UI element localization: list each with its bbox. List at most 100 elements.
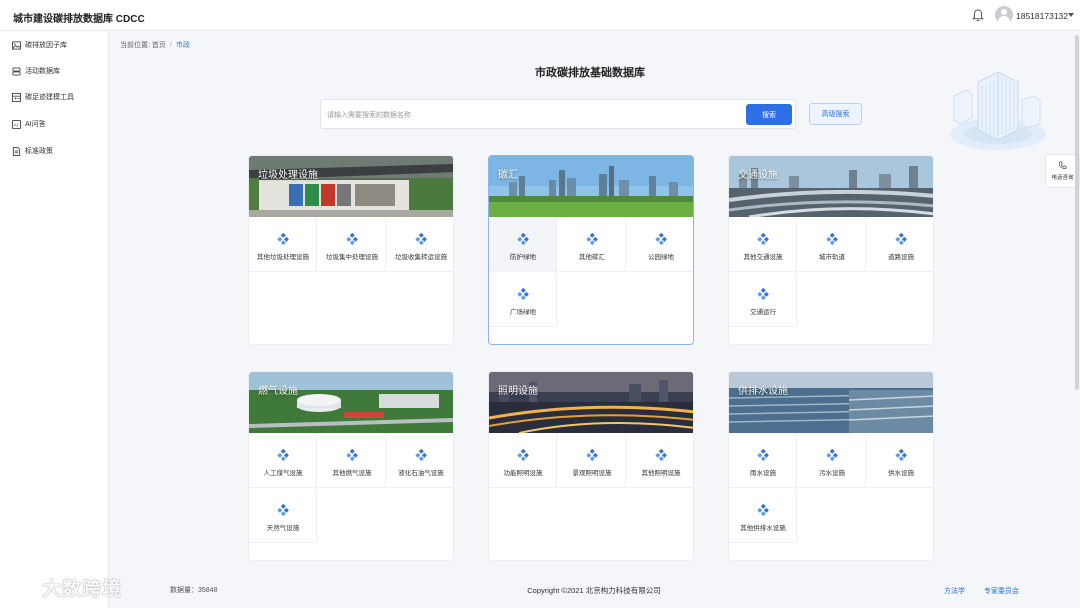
category-card-transport: 交通设施 其他交通设施 城市轨道 道路设施 交通运行	[728, 155, 934, 345]
card-banner[interactable]: 垃圾处理设施	[249, 156, 453, 217]
data-node-icon	[415, 233, 427, 245]
sidebar-item-carbon-footprint-tool[interactable]: 碳足迹建模工具	[0, 86, 109, 108]
avatar[interactable]	[995, 6, 1013, 24]
subcategory-item[interactable]: 交通运行	[729, 273, 797, 327]
phone-icon	[1059, 161, 1067, 169]
data-node-icon	[415, 449, 427, 461]
user-phone[interactable]: 18518173132	[1016, 11, 1068, 21]
subcategory-item[interactable]: 景观照明设施	[558, 434, 626, 488]
chevron-down-icon[interactable]	[1068, 13, 1074, 17]
subcategory-item[interactable]: 污水设施	[798, 434, 866, 488]
search-button[interactable]: 搜索	[746, 104, 792, 125]
data-node-icon	[586, 233, 598, 245]
subcategory-item[interactable]: 天然气设施	[249, 489, 317, 543]
document-icon	[12, 146, 21, 156]
sidebar: 碳排放因子库 活动数据库 碳足迹建模工具 AI AI问答 标准政策	[0, 31, 109, 608]
breadcrumb-home[interactable]: 首页	[152, 42, 166, 49]
card-title: 照明设施	[498, 386, 538, 397]
subcategory-label: 其他燃气设施	[332, 470, 372, 477]
subcategory-item[interactable]: 垃圾集中处理设施	[318, 218, 386, 272]
search-box: 搜索	[320, 99, 796, 129]
sidebar-item-label: 碳排放因子库	[25, 42, 67, 49]
card-title: 碳汇	[498, 170, 518, 181]
svg-text:AI: AI	[14, 122, 18, 127]
subcategory-label: 垃圾集中处理设施	[326, 254, 378, 261]
sidebar-item-ai-qa[interactable]: AI AI问答	[0, 113, 109, 135]
data-node-icon	[757, 233, 769, 245]
card-banner[interactable]: 供排水设施	[729, 372, 933, 433]
breadcrumb-separator: /	[169, 42, 172, 49]
data-node-icon	[757, 288, 769, 300]
card-banner[interactable]: 碳汇	[489, 156, 693, 217]
link-expert-committee[interactable]: 专家委员会	[984, 586, 1019, 596]
sidebar-item-emission-factors[interactable]: 碳排放因子库	[0, 34, 109, 56]
data-node-icon	[277, 233, 289, 245]
subcategory-item[interactable]: 其他燃气设施	[318, 434, 386, 488]
category-card-carbon-sink: 碳汇 防护绿地 其他碳汇 公园绿地 广场绿地	[488, 155, 694, 345]
subcategory-label: 城市轨道	[819, 254, 845, 261]
copyright: Copyright ©2021 北京构力科技有限公司	[527, 586, 661, 595]
subcategory-item[interactable]: 其他垃圾处理设施	[249, 218, 317, 272]
sidebar-item-label: AI问答	[25, 121, 46, 128]
subcategory-item[interactable]: 雨水设施	[729, 434, 797, 488]
subcategory-label: 人工煤气设施	[263, 470, 303, 477]
card-banner[interactable]: 照明设施	[489, 372, 693, 433]
card-banner[interactable]: 交通设施	[729, 156, 933, 217]
subcategory-label: 天然气设施	[266, 525, 300, 532]
subcategory-item[interactable]: 公园绿地	[627, 218, 693, 272]
subcategory-item[interactable]: 广场绿地	[489, 273, 557, 327]
subcategory-label: 其他碳汇	[579, 254, 605, 261]
subcategory-item[interactable]: 垃圾收集转运设施	[387, 218, 453, 272]
subcategory-item[interactable]: 防护绿地	[489, 218, 557, 272]
data-node-icon	[655, 449, 667, 461]
sidebar-item-standards[interactable]: 标准政策	[0, 140, 109, 162]
subcategory-label: 其他交通设施	[743, 254, 783, 261]
search-input[interactable]	[327, 107, 737, 123]
subcategory-label: 其他垃圾处理设施	[257, 254, 309, 261]
card-banner[interactable]: 燃气设施	[249, 372, 453, 433]
subcategory-label: 雨水设施	[750, 470, 776, 477]
subcategory-item[interactable]: 城市轨道	[798, 218, 866, 272]
card-title: 交通设施	[738, 170, 778, 181]
calculator-icon	[12, 92, 21, 102]
data-node-icon	[757, 504, 769, 516]
phone-consult-label: 电话咨询	[1051, 175, 1074, 181]
category-card-waste: 垃圾处理设施 其他垃圾处理设施 垃圾集中处理设施 垃圾收集转运设施	[248, 155, 454, 345]
subcategory-item[interactable]: 道路设施	[867, 218, 933, 272]
subcategory-item[interactable]: 其他交通设施	[729, 218, 797, 272]
scrollbar[interactable]	[1075, 35, 1079, 390]
bell-icon[interactable]	[972, 9, 984, 22]
subcategory-item[interactable]: 其他供排水设施	[729, 489, 797, 543]
card-title: 供排水设施	[738, 386, 788, 397]
subcategory-label: 其他供排水设施	[740, 525, 786, 532]
subcategory-label: 道路设施	[888, 254, 914, 261]
building-illustration	[950, 71, 1046, 150]
image-icon	[12, 40, 21, 50]
link-methodology[interactable]: 方法学	[944, 586, 965, 596]
subcategory-item[interactable]: 供水设施	[867, 434, 933, 488]
subcategory-item[interactable]: 其他照明设施	[627, 434, 693, 488]
card-title: 燃气设施	[258, 386, 298, 397]
advanced-search-button[interactable]: 高级搜索	[809, 103, 862, 125]
subcategory-label: 防护绿地	[510, 254, 536, 261]
category-card-gas: 燃气设施 人工煤气设施 其他燃气设施 液化石油气设施 天然气设施	[248, 371, 454, 561]
app-title: 城市建设碳排放数据库 CDCC	[13, 14, 145, 25]
subcategory-label: 污水设施	[819, 470, 845, 477]
page-title: 市政碳排放基础数据库	[535, 67, 645, 79]
subcategory-label: 供水设施	[888, 470, 914, 477]
subcategory-label: 广场绿地	[510, 309, 536, 316]
subcategory-item[interactable]: 功能照明设施	[489, 434, 557, 488]
data-node-icon	[346, 233, 358, 245]
data-node-icon	[586, 449, 598, 461]
subcategory-label: 功能照明设施	[503, 470, 543, 477]
subcategory-label: 景观照明设施	[572, 470, 612, 477]
subcategory-label: 其他照明设施	[641, 470, 681, 477]
subcategory-item[interactable]: 其他碳汇	[558, 218, 626, 272]
card-title: 垃圾处理设施	[258, 170, 318, 181]
sidebar-item-label: 碳足迹建模工具	[25, 94, 74, 101]
data-node-icon	[895, 449, 907, 461]
subcategory-item[interactable]: 液化石油气设施	[387, 434, 453, 488]
subcategory-item[interactable]: 人工煤气设施	[249, 434, 317, 488]
subcategory-label: 垃圾收集转运设施	[395, 254, 447, 261]
data-node-icon	[277, 449, 289, 461]
